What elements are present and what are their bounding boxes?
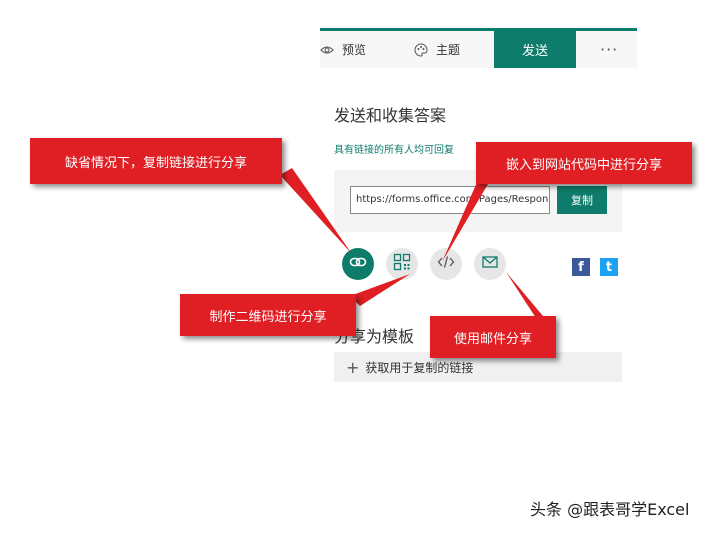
callout-embed-text: 嵌入到网站代码中进行分享 [505, 157, 662, 173]
watermark: 头条 @跟表哥学Excel [530, 500, 690, 519]
callout-embed: 嵌入到网站代码中进行分享 [476, 142, 692, 184]
callout-email-text: 使用邮件分享 [453, 331, 532, 347]
arrow-embed [442, 180, 488, 262]
callout-copy-link: 缺省情况下，复制链接进行分享 [30, 138, 282, 184]
callout-email: 使用邮件分享 [430, 316, 556, 358]
callout-qr-text: 制作二维码进行分享 [209, 309, 327, 325]
arrow-copy-link [280, 168, 352, 254]
callout-qr: 制作二维码进行分享 [180, 294, 356, 336]
arrow-qr [350, 274, 410, 306]
arrow-email [506, 272, 548, 322]
callout-copy-link-text: 缺省情况下，复制链接进行分享 [64, 155, 247, 171]
callout-arrows [280, 168, 548, 322]
